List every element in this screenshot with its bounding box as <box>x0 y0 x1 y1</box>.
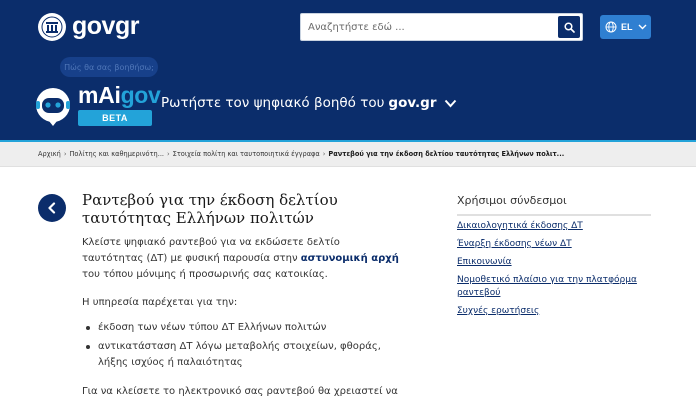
back-button[interactable] <box>38 194 66 222</box>
page-title: Ραντεβού για την έκδοση δελτίου ταυτότητ… <box>82 191 338 227</box>
useful-links-title: Χρήσιμοι σύνδεσμοι <box>457 194 567 207</box>
globe-icon <box>605 21 617 33</box>
services-intro: Η υπηρεσία παρέχεται για την: <box>82 297 238 308</box>
breadcrumb: Αρχική › Πολίτης και καθημερινότη... › Σ… <box>0 142 696 167</box>
search-icon <box>563 21 575 33</box>
useful-links-list: Δικαιολογητικά έκδοσης ΔΤ Έναρξη έκδοσης… <box>457 220 653 323</box>
list-item: Επικοινωνία <box>457 256 653 269</box>
assistant-text: Ρωτήστε τον ψηφιακό βοηθό του <box>161 95 385 111</box>
govgr-logo[interactable]: govgr <box>38 12 139 41</box>
breadcrumb-current: Ραντεβού για την έκδοση δελτίου ταυτότητ… <box>328 150 565 158</box>
assistant-toggle[interactable]: Ρωτήστε τον ψηφιακό βοηθό του gov.gr <box>161 95 457 111</box>
language-label: EL <box>621 22 633 32</box>
govgr-emblem-icon <box>38 12 66 41</box>
link-new-id-start[interactable]: Έναρξη έκδοσης νέων ΔΤ <box>457 239 572 249</box>
list-item: Έναρξη έκδοσης νέων ΔΤ <box>457 238 653 251</box>
chat-bubble: Πώς θα σας βοηθήσω; <box>60 57 158 77</box>
assistant-brand: gov.gr <box>388 95 437 111</box>
divider <box>457 214 651 216</box>
language-selector[interactable]: EL <box>600 15 651 39</box>
list-item: Δικαιολογητικά έκδοσης ΔΤ <box>457 220 653 233</box>
list-item: αντικατάσταση ΔΤ λόγω μεταβολής στοιχείω… <box>86 339 396 371</box>
beta-badge: BETA <box>78 110 152 126</box>
search-box <box>300 13 583 41</box>
breadcrumb-separator-icon: › <box>167 150 170 158</box>
intro-paragraph: Κλείστε ψηφιακό ραντεβού για να εκδώσετε… <box>82 235 402 283</box>
list-item: έκδοση των νέων τύπου ΔΤ Ελλήνων πολιτών <box>86 320 396 336</box>
closing-paragraph: Για να κλείσετε το ηλεκτρονικό σας ραντε… <box>82 386 398 397</box>
intro-text-after: του τόπου μόνιμης ή προσωρινής σας κατοι… <box>82 269 328 280</box>
breadcrumb-separator-icon: › <box>63 150 67 158</box>
search-button[interactable] <box>558 16 580 38</box>
chevron-down-icon <box>444 99 456 107</box>
link-documents[interactable]: Δικαιολογητικά έκδοσης ΔΤ <box>457 221 583 231</box>
breadcrumb-citizen[interactable]: Πολίτης και καθημερινότη... <box>69 150 164 158</box>
mai-title: mAigov <box>78 82 161 109</box>
robot-icon <box>36 88 70 126</box>
breadcrumb-separator-icon: › <box>322 150 326 158</box>
list-item: Συχνές ερωτήσεις <box>457 305 653 318</box>
logo-text: govgr <box>72 12 139 40</box>
mai-title-accent: gov <box>120 82 161 108</box>
list-item: Νομοθετικό πλαίσιο για την πλατφόρμα ραν… <box>457 274 653 300</box>
link-contact[interactable]: Επικοινωνία <box>457 257 512 267</box>
link-legal-framework[interactable]: Νομοθετικό πλαίσιο για την πλατφόρμα ραν… <box>457 275 637 298</box>
breadcrumb-home[interactable]: Αρχική <box>38 150 61 158</box>
back-arrow-icon <box>48 202 56 214</box>
link-faq[interactable]: Συχνές ερωτήσεις <box>457 306 539 316</box>
chevron-down-icon <box>638 24 647 30</box>
services-list: έκδοση των νέων τύπου ΔΤ Ελλήνων πολιτών… <box>86 320 396 374</box>
police-authority-link[interactable]: αστυνομική αρχή <box>301 253 399 264</box>
breadcrumb-documents[interactable]: Στοιχεία πολίτη και ταυτοποιητικά έγγραφ… <box>173 150 320 158</box>
mai-title-prefix: mAi <box>78 82 121 108</box>
search-input[interactable] <box>301 14 556 40</box>
